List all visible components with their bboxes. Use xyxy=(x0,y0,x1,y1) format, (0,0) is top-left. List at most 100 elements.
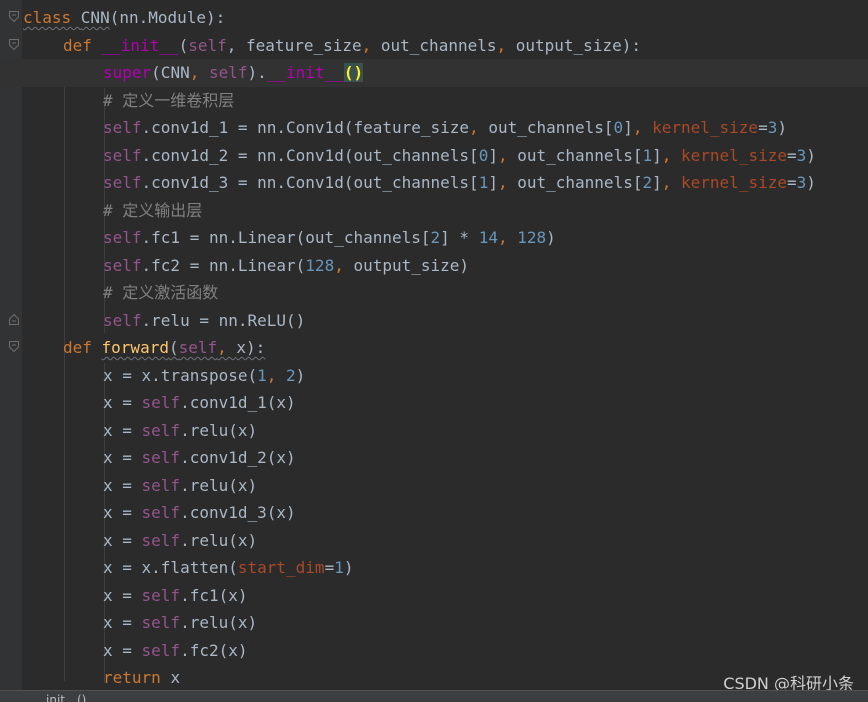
code-token: 3 xyxy=(796,145,807,165)
code-token: output_size) xyxy=(353,255,470,275)
code-token: kernel_size xyxy=(681,145,787,165)
code-line-text: x = self.fc2(x) xyxy=(103,637,248,665)
code-line-text: super(CNN, self).__init__() xyxy=(103,59,364,87)
code-line-text: x = self.conv1d_3(x) xyxy=(103,499,296,527)
code-token: out_channels[ xyxy=(488,118,614,137)
code-token: self xyxy=(141,448,181,467)
code-token: x = xyxy=(103,503,142,522)
code-line[interactable]: x = self.conv1d_1(x) xyxy=(0,389,868,417)
code-token: .conv1d_3(x) xyxy=(180,503,296,522)
code-token: .fc1 = nn.Linear(out_channels[ xyxy=(141,228,431,247)
code-token: x): xyxy=(236,338,266,357)
code-line[interactable]: x = self.fc2(x) xyxy=(0,637,868,665)
code-token: x = xyxy=(103,393,142,412)
code-token: self xyxy=(178,338,218,357)
code-token: ] * xyxy=(440,228,479,247)
code-line-text: x = self.relu(x) xyxy=(103,609,257,637)
code-token: 0 xyxy=(613,118,624,137)
code-line[interactable]: x = self.relu(x) xyxy=(0,609,868,637)
code-line[interactable]: x = x.transpose(1, 2) xyxy=(0,362,868,390)
code-line-text: x = self.relu(x) xyxy=(103,417,257,445)
code-line[interactable]: # 定义一维卷积层 xyxy=(0,87,868,115)
code-line-text: x = x.flatten(start_dim=1) xyxy=(103,554,353,582)
code-token: 1 xyxy=(334,558,344,577)
code-line-text: x = self.relu(x) xyxy=(103,527,257,555)
code-line[interactable]: x = x.flatten(start_dim=1) xyxy=(0,554,868,582)
code-token: 1 xyxy=(478,173,489,192)
code-token: .fc2 = nn.Linear( xyxy=(141,255,306,275)
code-line[interactable]: super(CNN, self).__init__() xyxy=(0,59,868,87)
code-line-text: # 定义输出层 xyxy=(103,197,202,225)
code-token: , xyxy=(496,35,516,55)
code-token: self xyxy=(141,393,181,412)
code-line[interactable]: x = self.fc1(x) xyxy=(0,582,868,610)
code-line-text: def forward(self, x): xyxy=(63,334,265,362)
code-token: 1 xyxy=(642,145,653,165)
code-token: 3 xyxy=(767,118,778,137)
code-line[interactable]: self.fc2 = nn.Linear(128, output_size) xyxy=(0,252,868,280)
code-token: 2 xyxy=(430,228,441,247)
code-token: x = xyxy=(103,448,142,467)
code-token: ] xyxy=(652,173,662,192)
code-token: x = x.transpose( xyxy=(103,365,258,385)
code-token: ] xyxy=(623,118,633,137)
code-line-text: # 定义激活函数 xyxy=(103,279,218,307)
code-token: 1 xyxy=(257,365,267,385)
code-token: ) xyxy=(295,365,306,385)
code-token: ] xyxy=(488,145,498,165)
code-token: self xyxy=(141,585,181,605)
code-line[interactable]: x = self.relu(x) xyxy=(0,417,868,445)
code-token: def xyxy=(63,35,102,55)
code-line[interactable]: self.conv1d_2 = nn.Conv1d(out_channels[0… xyxy=(0,142,868,170)
code-token: self xyxy=(141,475,181,495)
code-token: start_dim xyxy=(237,558,325,577)
code-token: self xyxy=(103,118,142,137)
code-line[interactable]: class CNN(nn.Module): xyxy=(0,4,868,32)
code-line-text: x = self.fc1(x) xyxy=(103,582,248,610)
code-token: ) xyxy=(546,228,556,247)
code-token: forward xyxy=(101,338,169,357)
code-token: class xyxy=(23,8,81,27)
code-line[interactable]: # 定义输出层 xyxy=(0,197,868,225)
code-token: ). xyxy=(247,63,267,82)
code-token: self xyxy=(103,228,142,247)
code-line[interactable]: # 定义激活函数 xyxy=(0,279,868,307)
code-token: .conv1d_2(x) xyxy=(180,448,296,467)
code-token: (nn.Module): xyxy=(109,8,226,27)
code-line[interactable]: x = self.conv1d_2(x) xyxy=(0,444,868,472)
code-token: return xyxy=(103,668,171,687)
code-token: ) xyxy=(777,118,787,137)
code-token: x = xyxy=(103,420,142,440)
code-token: .conv1d_3 = nn.Conv1d(out_channels[ xyxy=(141,173,479,192)
code-line[interactable]: self.conv1d_3 = nn.Conv1d(out_channels[1… xyxy=(0,169,868,197)
code-token: = xyxy=(324,558,335,577)
code-token: .relu(x) xyxy=(180,530,258,550)
code-token: out_channels[ xyxy=(517,173,643,192)
code-token: ) xyxy=(806,173,816,192)
code-lines[interactable]: class CNN(nn.Module): def __init__(self, … xyxy=(0,4,868,692)
code-token: .conv1d_2 = nn.Conv1d(out_channels[ xyxy=(141,145,479,165)
code-token: x = xyxy=(103,640,142,660)
code-line[interactable]: self.conv1d_1 = nn.Conv1d(feature_size, … xyxy=(0,114,868,142)
code-token: ] xyxy=(652,145,662,165)
code-line[interactable]: x = self.relu(x) xyxy=(0,527,868,555)
code-line[interactable]: def __init__(self, feature_size, out_cha… xyxy=(0,32,868,60)
code-line[interactable]: x = self.relu(x) xyxy=(0,472,868,500)
code-line[interactable]: self.fc1 = nn.Linear(out_channels[2] * 1… xyxy=(0,224,868,252)
code-token: ) xyxy=(343,558,354,577)
code-line[interactable]: def forward(self, x): xyxy=(0,334,868,362)
code-line-text: x = self.relu(x) xyxy=(103,472,257,500)
breadcrumb[interactable]: __init__() xyxy=(34,691,86,702)
code-token: def xyxy=(63,338,102,357)
code-token: x = xyxy=(103,475,142,495)
code-token: 3 xyxy=(796,173,807,192)
code-token: self xyxy=(103,145,142,165)
code-token: , xyxy=(266,365,287,385)
code-token: 128 xyxy=(517,228,547,247)
code-line[interactable]: self.relu = nn.ReLU() xyxy=(0,307,868,335)
code-editor[interactable]: class CNN(nn.Module): def __init__(self, … xyxy=(0,0,868,702)
code-token: , xyxy=(661,173,682,192)
code-line[interactable]: x = self.conv1d_3(x) xyxy=(0,499,868,527)
code-token: .relu = nn.ReLU() xyxy=(141,310,306,330)
code-token: .conv1d_1(x) xyxy=(180,393,296,412)
